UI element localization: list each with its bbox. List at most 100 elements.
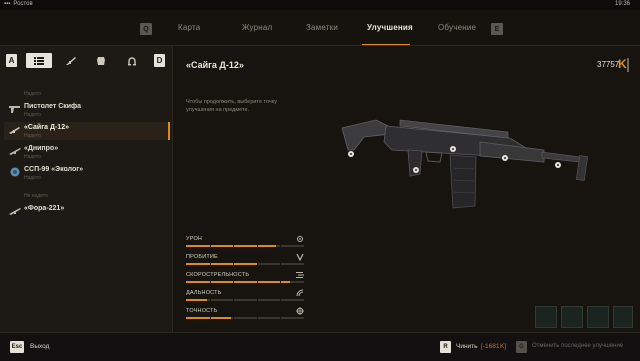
stat-segment-divider xyxy=(280,299,282,301)
stat-segment-divider xyxy=(233,263,235,265)
upgrade-hint: Чтобы продолжить, выберите точку улучшен… xyxy=(186,99,278,113)
undo-key[interactable]: G xyxy=(516,341,527,353)
next-filter-key[interactable]: D xyxy=(154,54,165,67)
stat-label: ТОЧНОСТЬ xyxy=(186,308,218,314)
item-status: Надето xyxy=(24,154,41,160)
stat-label: УРОН xyxy=(186,236,203,242)
list-item[interactable]: Пистолет Скифа Надето xyxy=(4,101,170,119)
list-item[interactable]: «Днипро» Надето xyxy=(4,143,170,161)
repair-label[interactable]: Чинить xyxy=(456,343,478,350)
filter-weapons-tab[interactable] xyxy=(58,53,84,68)
stat-fill xyxy=(186,281,290,283)
penetration-icon xyxy=(296,253,304,261)
tab-training[interactable]: Обучение xyxy=(438,23,476,32)
stat-segment-divider xyxy=(233,245,235,247)
item-name: «Днипро» xyxy=(24,145,59,152)
stat-segment-divider xyxy=(280,263,282,265)
damage-icon xyxy=(297,236,303,242)
attachment-slot[interactable] xyxy=(561,306,583,328)
carrier-group: ▪▪▪ Ростов xyxy=(4,1,33,7)
firerate-icon xyxy=(296,272,304,278)
section-unequipped-label: Не надето xyxy=(24,193,48,199)
stat-fill xyxy=(186,299,208,301)
undo-label[interactable]: Отменить последнее улучшение xyxy=(532,343,623,349)
rifle-icon xyxy=(66,56,76,65)
item-name: «Фора-221» xyxy=(24,205,65,212)
range-icon xyxy=(296,289,304,297)
upgrade-point[interactable] xyxy=(555,162,561,168)
stat-segment-divider xyxy=(256,245,258,247)
pistol-icon xyxy=(9,106,20,113)
stat-segment-divider xyxy=(256,281,258,283)
money-amount: 37757 xyxy=(597,60,620,69)
upgrade-point[interactable] xyxy=(348,151,354,157)
stat-bar xyxy=(186,299,304,301)
rifle-icon xyxy=(9,208,21,215)
filter-armor-tab[interactable] xyxy=(88,53,114,68)
filter-all-tab[interactable] xyxy=(26,53,52,68)
shotgun-icon xyxy=(9,127,20,134)
stat-segment-divider xyxy=(209,245,211,247)
upgrade-point[interactable] xyxy=(502,155,508,161)
upgrade-point[interactable] xyxy=(450,146,456,152)
attachment-slot[interactable] xyxy=(613,306,633,328)
artifact-icon xyxy=(128,56,136,65)
tab-notes[interactable]: Заметки xyxy=(306,23,338,32)
section-equipped-label: Надето xyxy=(24,91,41,97)
stat-segment-divider xyxy=(233,317,235,319)
item-status: Надето xyxy=(24,175,41,181)
stat-fill xyxy=(186,245,276,247)
stat-segment-divider xyxy=(256,299,258,301)
repair-key[interactable]: R xyxy=(440,341,451,353)
item-name: Пистолет Скифа xyxy=(24,103,82,110)
item-status: Надето xyxy=(24,133,41,139)
stat-segment-divider xyxy=(280,317,282,319)
carrier-label: Ростов xyxy=(13,1,33,7)
status-bar: ▪▪▪ Ростов 19:36 xyxy=(0,0,640,10)
stat-segment-divider xyxy=(233,299,235,301)
repair-cost: [-1681 xyxy=(481,343,500,350)
rifle-icon xyxy=(9,148,21,155)
stat-label: ПРОБИТИЕ xyxy=(186,254,218,260)
stat-segment-divider xyxy=(209,281,211,283)
stat-segment-divider xyxy=(280,281,282,283)
stat-bar xyxy=(186,263,304,265)
attachment-slot[interactable] xyxy=(535,306,557,328)
exit-key[interactable]: Esc xyxy=(10,341,24,353)
list-item-selected[interactable]: «Сайга Д-12» Надето xyxy=(4,122,170,140)
upgrade-point[interactable] xyxy=(413,167,419,173)
top-tabs: Q Карта Журнал Заметки Улучшения Обучени… xyxy=(0,10,640,46)
item-status: Надето xyxy=(24,112,41,118)
armor-icon xyxy=(97,56,105,65)
stat-segment-divider xyxy=(233,281,235,283)
item-name: ССП-99 «Эколог» xyxy=(24,166,84,173)
accuracy-icon xyxy=(296,307,304,315)
next-tab-key[interactable]: E xyxy=(491,23,503,35)
stat-segment-divider xyxy=(256,317,258,319)
inventory-sidebar: A D Надето Пистолет Скифа Надето «Сайга … xyxy=(0,46,173,332)
attachment-slot[interactable] xyxy=(587,306,609,328)
repair-currency: K] xyxy=(500,343,507,350)
scrollbar[interactable] xyxy=(627,58,629,72)
list-item[interactable]: ССП-99 «Эколог» Надето xyxy=(4,164,170,182)
stat-segment-divider xyxy=(209,317,211,319)
stat-fill xyxy=(186,263,257,265)
exit-label[interactable]: Выход xyxy=(30,343,49,350)
prev-tab-key[interactable]: Q xyxy=(140,23,152,35)
weapon-title: «Сайга Д-12» xyxy=(186,60,244,70)
stat-fill xyxy=(186,317,231,319)
filter-artifacts-tab[interactable] xyxy=(119,53,145,68)
stat-segment-divider xyxy=(209,299,211,301)
tab-upgrades[interactable]: Улучшения xyxy=(367,23,413,32)
suit-icon xyxy=(10,167,20,177)
stat-bar xyxy=(186,317,304,319)
tab-journal[interactable]: Журнал xyxy=(242,23,272,32)
stat-segment-divider xyxy=(209,263,211,265)
list-item[interactable]: «Фора-221» xyxy=(4,203,170,221)
prev-filter-key[interactable]: A xyxy=(6,54,17,67)
currency-icon: K xyxy=(618,57,627,71)
list-icon xyxy=(34,56,44,65)
tab-map[interactable]: Карта xyxy=(178,23,200,32)
clock: 19:36 xyxy=(614,1,630,7)
stat-bar xyxy=(186,281,304,283)
